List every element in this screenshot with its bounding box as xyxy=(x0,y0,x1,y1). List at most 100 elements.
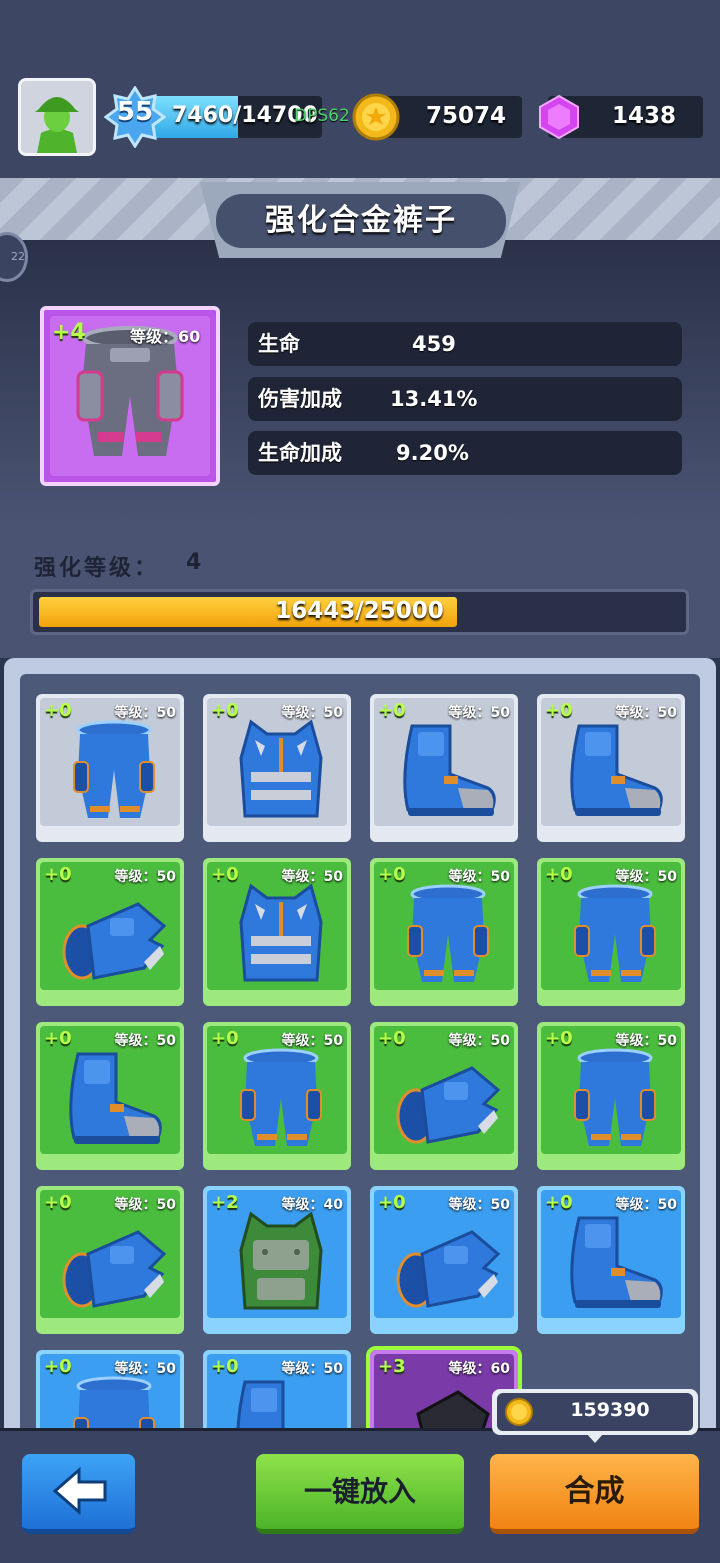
boot-icon xyxy=(570,1216,663,1308)
gem-icon xyxy=(539,94,579,140)
stat-value: 459 xyxy=(412,332,456,356)
item-plus: +0 xyxy=(378,864,406,885)
selected-item-level: 等级：60 xyxy=(130,327,201,346)
inventory-item[interactable]: +2 等级：40 xyxy=(203,1186,351,1334)
item-plus: +0 xyxy=(44,864,72,885)
item-plus: +0 xyxy=(211,1028,239,1049)
stat-row-hp-bonus: 生命加成 9.20% xyxy=(248,431,682,475)
item-plus: +0 xyxy=(211,1356,239,1377)
glove-icon xyxy=(62,1230,167,1308)
item-level: 等级：50 xyxy=(114,1033,176,1049)
pants-icon xyxy=(73,720,155,818)
item-level: 等级：50 xyxy=(448,1197,510,1213)
side-badge-text: 22 xyxy=(11,250,25,263)
item-level: 等级：50 xyxy=(114,705,176,721)
item-plus: +0 xyxy=(545,1028,573,1049)
arrow-left-icon xyxy=(52,1466,106,1516)
merge-label: 合成 xyxy=(564,1474,625,1509)
stat-label: 生命 xyxy=(258,332,300,356)
item-plus: +0 xyxy=(44,1028,72,1049)
inventory-item[interactable]: +0 等级：50 xyxy=(36,858,184,1006)
item-level: 等级：50 xyxy=(281,1361,343,1377)
glove-icon xyxy=(396,1230,501,1308)
inventory-item[interactable]: +0 等级：50 xyxy=(370,694,518,842)
put-in-all-label: 一键放入 xyxy=(303,1475,416,1508)
item-level: 等级：50 xyxy=(448,869,510,885)
stat-label: 伤害加成 xyxy=(258,387,342,411)
item-level: 等级：50 xyxy=(114,1197,176,1213)
stat-value: 13.41% xyxy=(390,387,478,411)
merge-cost-tooltip-arrow xyxy=(586,1433,604,1443)
stat-row-hp: 生命 459 xyxy=(248,322,682,366)
inventory-item[interactable]: +0 等级：50 xyxy=(537,694,685,842)
pants-icon xyxy=(574,884,656,982)
inventory-item[interactable]: +0 等级：50 xyxy=(537,1022,685,1170)
item-plus: +0 xyxy=(44,700,72,721)
item-level: 等级：50 xyxy=(281,1033,343,1049)
dark-glove-icon xyxy=(416,1390,490,1434)
inventory-item[interactable]: +0 等级：50 xyxy=(203,858,351,1006)
inventory-item[interactable]: +0 等级：50 xyxy=(370,858,518,1006)
pants-icon xyxy=(407,884,489,982)
item-plus: +0 xyxy=(545,700,573,721)
enhance-level-value: 4 xyxy=(186,550,202,575)
item-level: 等级：40 xyxy=(281,1197,343,1213)
inventory-item[interactable]: +0 等级：50 xyxy=(537,1186,685,1334)
inventory-item[interactable]: +0 等级：50 xyxy=(370,1186,518,1334)
item-level: 等级：50 xyxy=(114,869,176,885)
item-plus: +0 xyxy=(378,1028,406,1049)
title-box: 强化合金裤子 xyxy=(216,194,506,248)
selected-item-plus: +4 xyxy=(52,320,86,345)
item-plus: +0 xyxy=(378,1192,406,1213)
merge-button[interactable]: 合成 xyxy=(490,1454,699,1534)
item-plus: +0 xyxy=(44,1356,72,1377)
item-plus: +0 xyxy=(545,864,573,885)
inventory-grid[interactable]: +0 等级：50 +0 等级：50 +0 等级：50 +0 等级：50 +0 等级：50 +0 等级：… xyxy=(20,674,700,1434)
stat-row-damage-bonus: 伤害加成 13.41% xyxy=(248,377,682,421)
back-button[interactable] xyxy=(22,1454,135,1534)
put-in-all-button[interactable]: 一键放入 xyxy=(256,1454,464,1534)
pants-icon xyxy=(73,1376,155,1434)
inventory-item[interactable]: +0 等级：50 xyxy=(203,694,351,842)
inventory-item[interactable]: +0 等级：50 xyxy=(370,1022,518,1170)
enhance-level-label: 强化等级： xyxy=(34,556,160,581)
item-level: 等级：50 xyxy=(615,705,677,721)
item-plus: +3 xyxy=(378,1356,406,1377)
item-level: 等级：50 xyxy=(615,1197,677,1213)
item-plus: +0 xyxy=(545,1192,573,1213)
stat-value: 9.20% xyxy=(396,441,469,465)
merge-cost-amount: 159390 xyxy=(570,1399,650,1421)
stat-label: 生命加成 xyxy=(258,441,342,465)
item-plus: +0 xyxy=(378,700,406,721)
inventory-item[interactable]: +0 等级：50 xyxy=(36,1186,184,1334)
item-plus: +0 xyxy=(211,700,239,721)
item-level: 等级：60 xyxy=(448,1361,510,1377)
inventory-item[interactable]: +0 等级：50 xyxy=(36,1022,184,1170)
dps-label: DPS62 xyxy=(294,106,350,126)
armor-vest-icon xyxy=(239,719,323,818)
player-avatar[interactable] xyxy=(18,78,96,156)
item-level: 等级：50 xyxy=(281,705,343,721)
boot-icon xyxy=(570,724,663,816)
item-plus: +0 xyxy=(211,864,239,885)
boot-icon xyxy=(236,1380,299,1434)
item-level: 等级：50 xyxy=(615,869,677,885)
item-level: 等级：50 xyxy=(281,869,343,885)
inventory-item[interactable]: +0 等级：50 xyxy=(36,694,184,842)
glove-icon xyxy=(62,902,167,980)
boot-icon xyxy=(69,1052,162,1144)
pants-icon xyxy=(240,1048,322,1146)
coin-icon xyxy=(352,93,400,141)
item-level: 等级：50 xyxy=(448,1033,510,1049)
item-level: 等级：50 xyxy=(615,1033,677,1049)
inventory-item[interactable]: +0 等级：50 xyxy=(203,1022,351,1170)
inventory-item[interactable]: +0 等级：50 xyxy=(537,858,685,1006)
inventory-item[interactable]: +0 等级：50 xyxy=(203,1350,351,1434)
page-title: 强化合金裤子 xyxy=(265,203,457,238)
gem-amount: 1438 xyxy=(612,103,677,129)
item-plus: +2 xyxy=(211,1192,239,1213)
player-level: 55 xyxy=(116,97,154,127)
item-level: 等级：50 xyxy=(114,1361,176,1377)
item-level: 等级：50 xyxy=(448,705,510,721)
inventory-item[interactable]: +0 等级：50 xyxy=(36,1350,184,1434)
